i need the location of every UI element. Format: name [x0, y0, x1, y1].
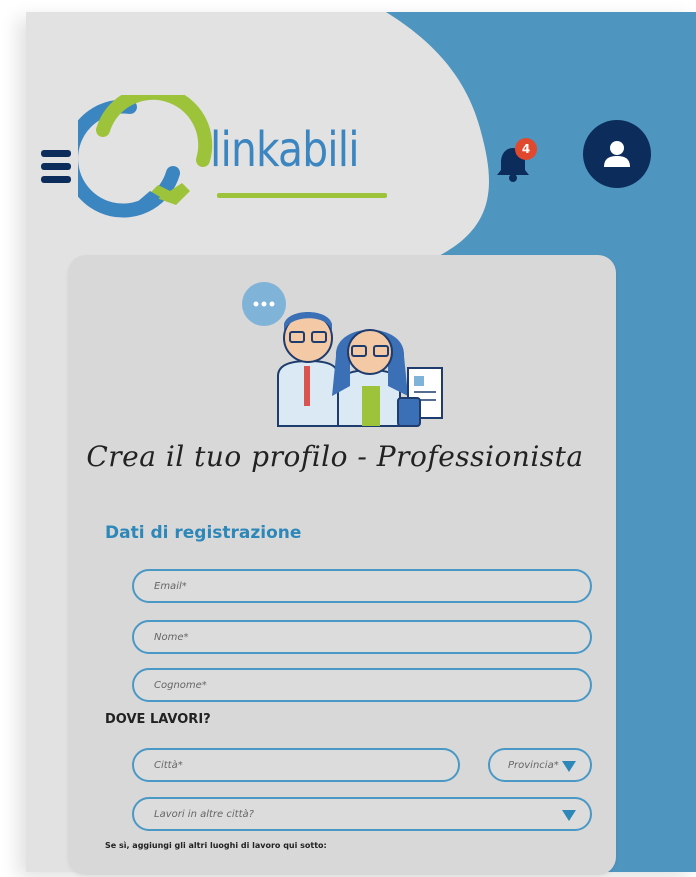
surname-placeholder: Cognome* — [154, 679, 207, 691]
city-placeholder: Città* — [154, 759, 183, 771]
other-cities-select[interactable]: Lavori in altre città? — [132, 797, 592, 831]
name-field[interactable]: Nome* — [132, 620, 592, 654]
professionals-illustration — [242, 282, 443, 427]
logo-underline — [217, 193, 387, 198]
user-avatar-button[interactable] — [583, 120, 651, 188]
hamburger-menu-icon[interactable] — [41, 150, 73, 190]
work-location-question: DOVE LAVORI? — [105, 712, 211, 727]
logo-text: linkabili — [210, 122, 360, 178]
page-title: Crea il tuo profilo - Professionista — [86, 440, 584, 473]
province-placeholder: Provincia* — [508, 759, 559, 771]
province-select[interactable]: Provincia* — [488, 748, 592, 782]
surname-field[interactable]: Cognome* — [132, 668, 592, 702]
email-field[interactable]: Email* — [132, 569, 592, 603]
user-icon — [604, 141, 630, 167]
city-field[interactable]: Città* — [132, 748, 460, 782]
chevron-down-icon — [562, 810, 576, 821]
notification-badge: 4 — [515, 138, 537, 160]
chevron-down-icon — [562, 761, 576, 772]
other-cities-placeholder: Lavori in altre città? — [154, 808, 254, 820]
section-heading-registration: Dati di registrazione — [105, 523, 302, 543]
other-places-note: Se sì, aggiungi gli altri luoghi di lavo… — [105, 841, 327, 850]
email-placeholder: Email* — [154, 580, 187, 592]
name-placeholder: Nome* — [154, 631, 189, 643]
